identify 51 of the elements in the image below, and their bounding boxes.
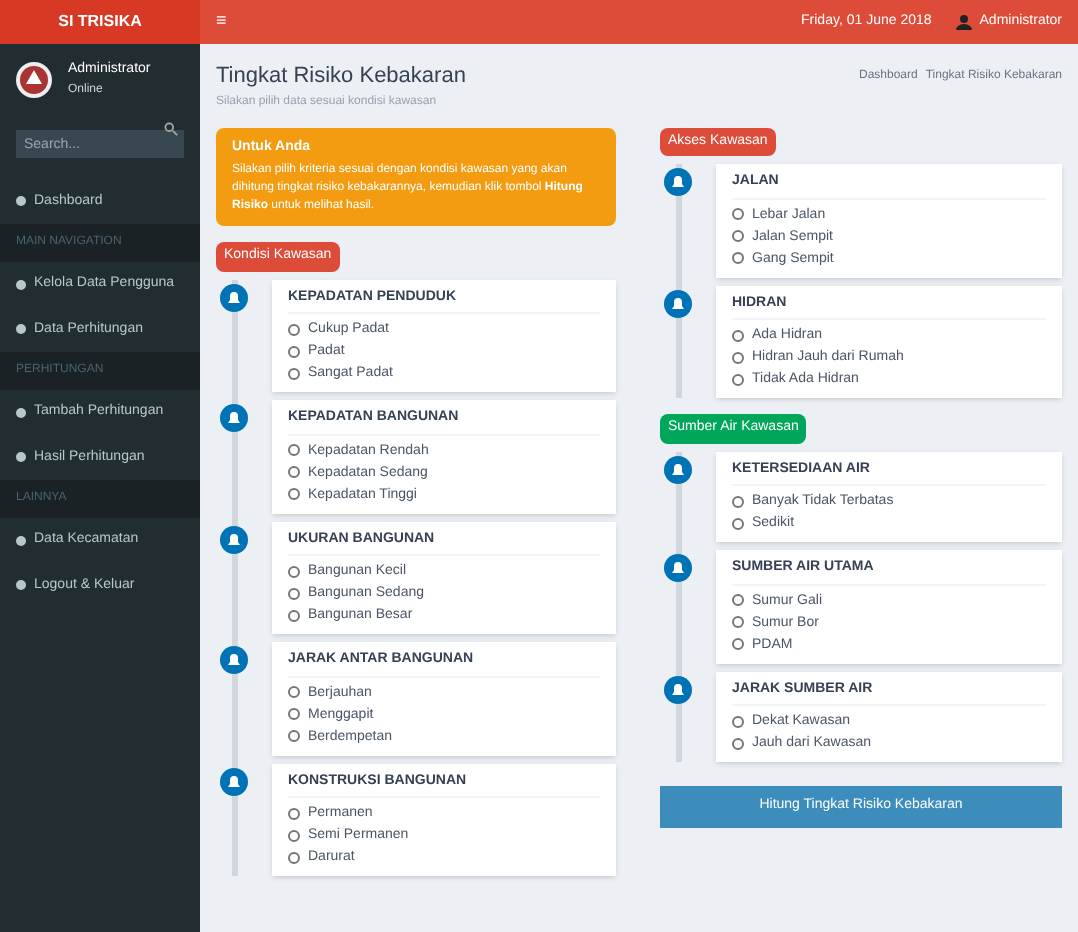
search-icon	[164, 122, 178, 136]
logo[interactable]: SI TRISIKA	[0, 0, 200, 44]
option-radio[interactable]	[732, 208, 744, 220]
bell-icon	[664, 554, 692, 582]
option-radio[interactable]	[288, 565, 300, 577]
option-radio[interactable]	[288, 829, 300, 841]
option-radio[interactable]	[288, 367, 300, 379]
menu-toggle[interactable]: ≡	[216, 8, 227, 36]
circle-icon	[16, 580, 26, 591]
option-radio[interactable]	[288, 851, 300, 863]
option-radio[interactable]	[732, 737, 744, 749]
option-radio[interactable]	[732, 351, 744, 363]
option-radio[interactable]	[288, 609, 300, 621]
bell-icon	[220, 525, 248, 553]
option-radio[interactable]	[732, 373, 744, 385]
option-radio[interactable]	[732, 638, 744, 650]
bell-icon	[220, 767, 248, 795]
option-radio[interactable]	[732, 230, 744, 242]
circle-icon	[16, 279, 26, 290]
option-radio[interactable]	[288, 807, 300, 819]
circle-icon	[16, 196, 26, 207]
circle-icon	[16, 407, 26, 418]
avatar-icon	[16, 61, 52, 98]
bell-icon	[220, 283, 248, 311]
option-radio[interactable]	[732, 594, 744, 606]
option-radio[interactable]	[288, 488, 300, 500]
option-radio[interactable]	[732, 252, 744, 264]
bell-icon	[220, 404, 248, 432]
option-radio[interactable]	[288, 730, 300, 742]
option-radio[interactable]	[732, 517, 744, 529]
option-radio[interactable]	[288, 323, 300, 335]
page-title: Tingkat Risiko Kebakaran	[216, 62, 468, 92]
option-radio[interactable]	[732, 715, 744, 727]
option-radio[interactable]	[288, 587, 300, 599]
bell-icon	[664, 455, 692, 483]
option-radio[interactable]	[732, 495, 744, 507]
circle-icon	[16, 535, 26, 546]
option-radio[interactable]	[732, 329, 744, 341]
bell-icon	[220, 646, 248, 674]
circle-icon	[16, 324, 26, 335]
bell-icon	[664, 168, 692, 196]
bell-icon	[664, 289, 692, 317]
option-radio[interactable]	[288, 345, 300, 357]
option-radio[interactable]	[288, 708, 300, 720]
option-radio[interactable]	[288, 466, 300, 478]
bell-icon	[664, 675, 692, 703]
user-icon	[955, 14, 972, 30]
circle-icon	[16, 452, 26, 463]
option-radio[interactable]	[288, 444, 300, 456]
option-radio[interactable]	[288, 686, 300, 698]
option-radio[interactable]	[732, 616, 744, 628]
